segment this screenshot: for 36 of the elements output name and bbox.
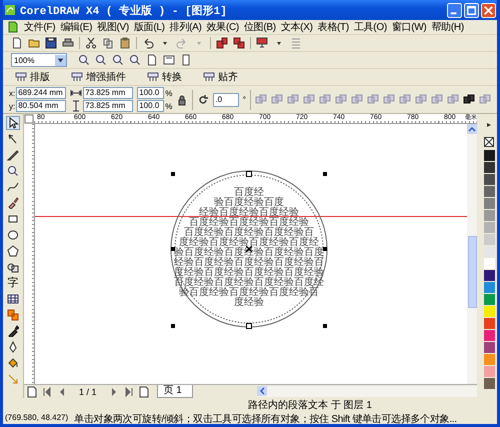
menu-item[interactable]: 视图(V)	[97, 20, 129, 34]
toolbar-button[interactable]: 贴齐	[199, 70, 242, 84]
percent-label: %	[165, 88, 172, 98]
menu-item[interactable]: 排列(A)	[170, 20, 202, 34]
scale-field[interactable]: 100.0	[137, 87, 164, 99]
menu-item[interactable]: 位图(B)	[244, 20, 276, 34]
menu-item[interactable]: 工具(O)	[354, 20, 387, 34]
toolbar-button[interactable]: 增强插件	[67, 70, 130, 84]
menu-item[interactable]: 效果(C)	[206, 20, 239, 34]
toolbar-button[interactable]: 转换	[143, 70, 186, 84]
menu-item[interactable]: 文件(F)	[24, 20, 56, 34]
percent-label: %	[165, 102, 172, 110]
menu-item[interactable]: 文本(X)	[280, 20, 313, 34]
x-label: x:	[9, 88, 16, 98]
page-counter: 1 / 1	[79, 386, 97, 396]
width-field[interactable]: 73.825 mm	[83, 87, 134, 99]
text-tool[interactable]: 字	[8, 277, 18, 289]
menu-item[interactable]: 编辑(E)	[60, 20, 92, 34]
degree-label: °	[242, 95, 246, 104]
rotation-field[interactable]: .0	[213, 92, 239, 106]
y-label: y:	[9, 102, 16, 110]
x-field[interactable]: 689.244 mm	[16, 87, 66, 99]
y-field[interactable]: 80.504 mm	[16, 100, 66, 112]
menu-item[interactable]: 版面(L)	[134, 20, 165, 34]
status-hint: 单击对象两次可旋转/倾斜；双击工具可选择所有对象；按住 Shift 键单击可选择多个对象...	[74, 412, 457, 424]
menu-item[interactable]: 帮助(H)	[431, 20, 464, 34]
toolbar-button[interactable]: 排版	[11, 70, 54, 84]
page-tab[interactable]: 页 1	[156, 385, 193, 398]
scale-field[interactable]: 100.0	[137, 100, 164, 112]
menu-item[interactable]: 表格(T)	[318, 20, 349, 34]
object-info: 路径内的段落文本 于 图层 1	[248, 398, 372, 412]
menu-item[interactable]: 窗口(W)	[392, 20, 426, 34]
height-field[interactable]: 73.825 mm	[83, 100, 134, 112]
zoom-dropdown[interactable]: 100%	[11, 53, 67, 67]
cursor-coordinates: (769.580, 48.427)	[5, 412, 68, 424]
window-title: CorelDRAW X4 ( 专业版 ) - [图形1]	[20, 4, 227, 18]
